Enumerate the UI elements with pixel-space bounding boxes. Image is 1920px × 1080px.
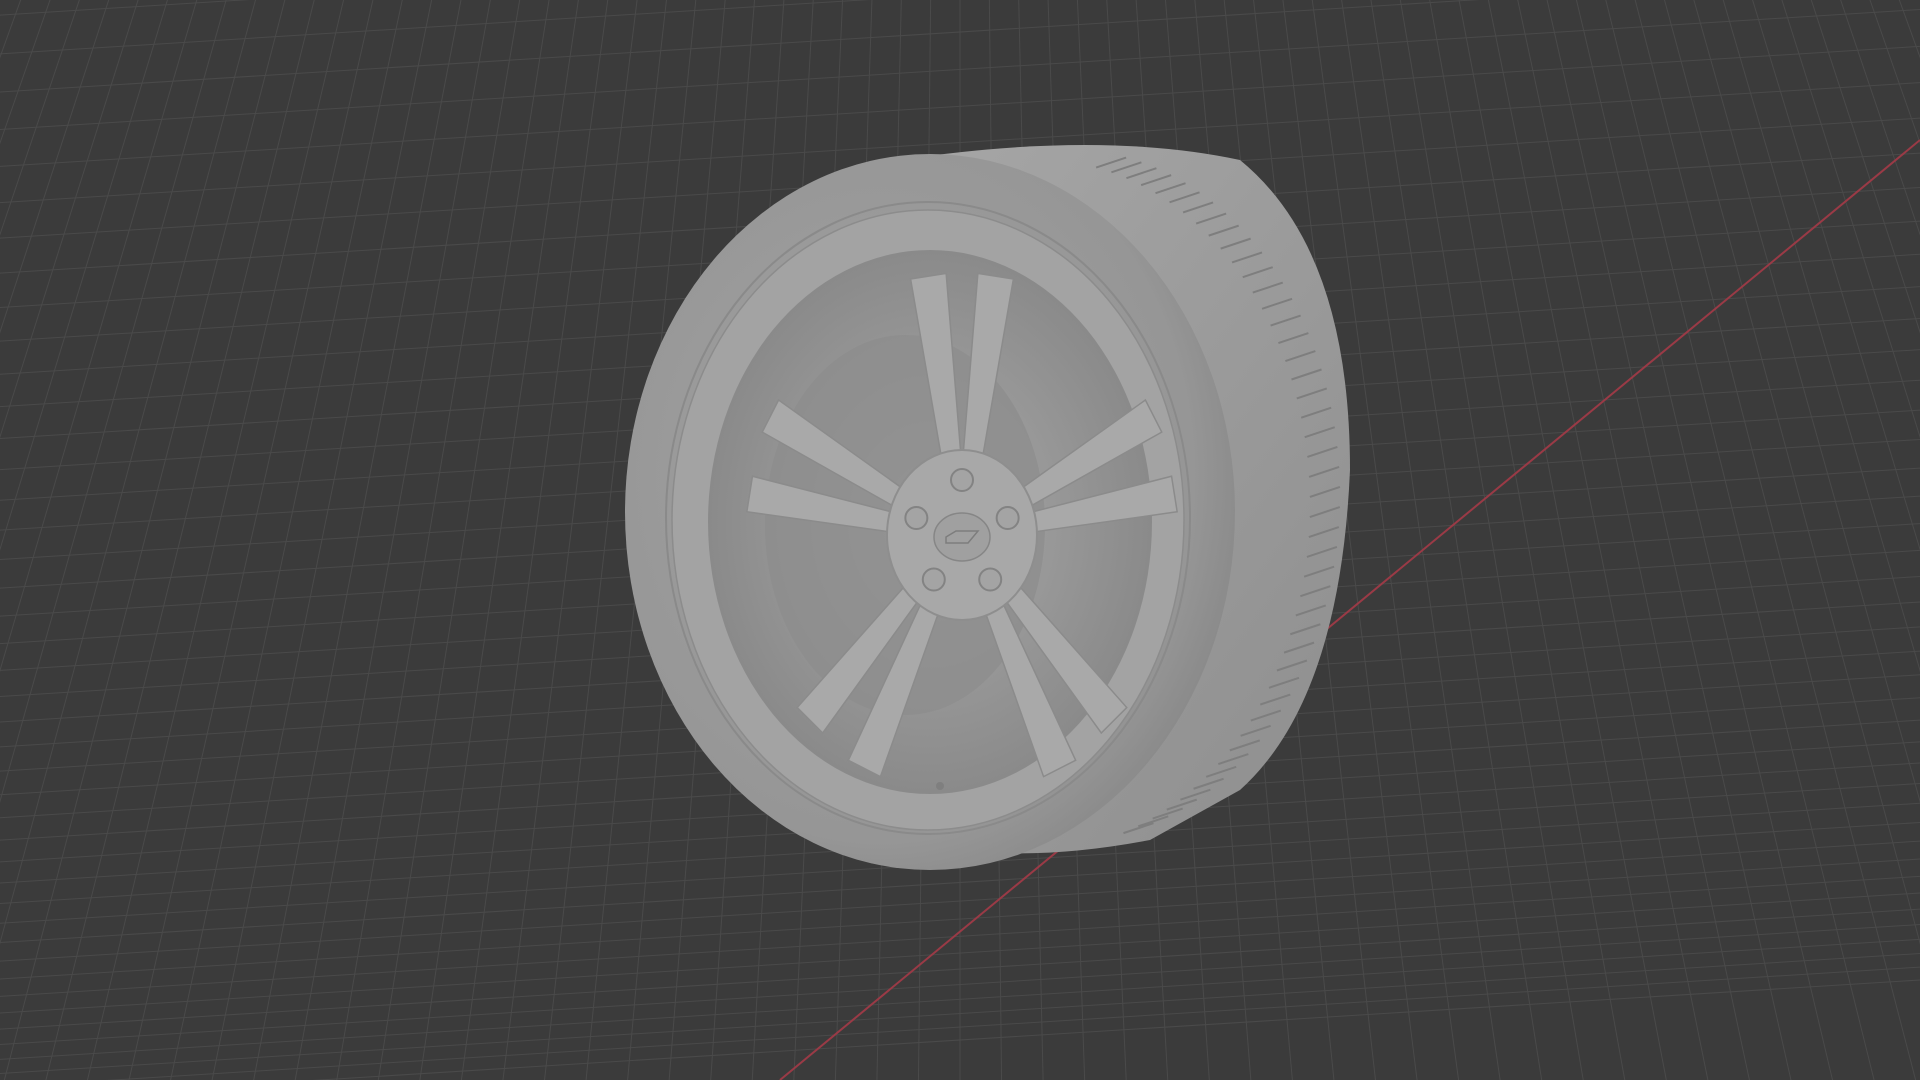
lug-nut: [921, 567, 946, 592]
center-cap: [933, 512, 991, 562]
lug-nut: [995, 506, 1020, 531]
lug-nut: [904, 506, 929, 531]
car-wheel-object[interactable]: [625, 145, 1350, 870]
valve-stem: [936, 782, 944, 790]
lug-nut: [978, 567, 1003, 592]
3d-viewport[interactable]: [0, 0, 1920, 1080]
viewport-canvas[interactable]: [0, 0, 1920, 1080]
lug-nut: [950, 468, 974, 492]
